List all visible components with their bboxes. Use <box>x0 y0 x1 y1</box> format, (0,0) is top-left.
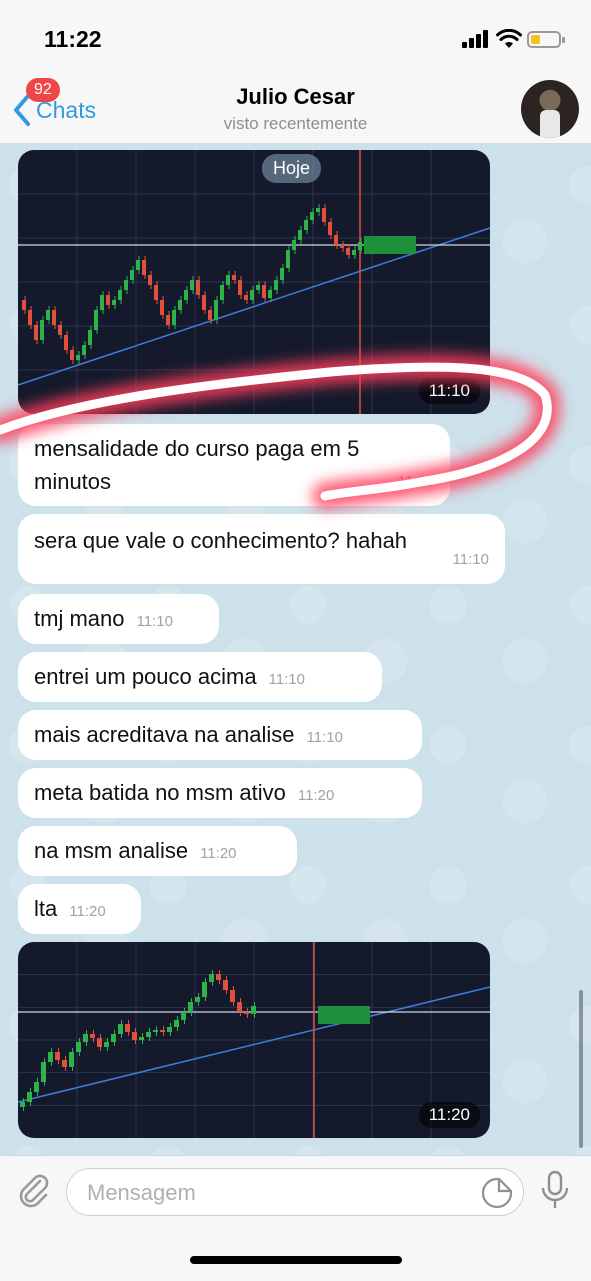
battery-icon <box>527 31 565 48</box>
message-time: 11:20 <box>200 845 237 862</box>
message-time: 11:10 <box>452 551 489 568</box>
chat-header: Chats 92 Julio Cesar visto recentemente <box>0 78 591 144</box>
message-time: 11:20 <box>69 903 106 920</box>
message-text: meta batida no msm ativo <box>34 780 286 805</box>
message-text: mensalidade do curso paga em 5 minutos <box>34 436 360 494</box>
avatar[interactable] <box>521 80 579 138</box>
status-bar: 11:22 <box>0 0 591 78</box>
message-time: 11:10 <box>418 378 480 404</box>
wifi-icon <box>496 29 522 48</box>
message-bubble[interactable]: meta batida no msm ativo 11:20 <box>18 768 422 818</box>
message-bubble[interactable]: lta 11:20 <box>18 884 141 934</box>
message-input-field <box>66 1168 524 1217</box>
message-bubble[interactable]: mensalidade do curso paga em 5 minutos 1… <box>18 424 450 506</box>
message-time: 11:10 <box>268 671 305 688</box>
chart-image-message[interactable]: 11:10 <box>18 150 490 414</box>
message-input[interactable] <box>85 1169 469 1217</box>
trading-chart-image <box>18 150 490 414</box>
message-time: 11:10 <box>136 613 173 630</box>
contact-name[interactable]: Julio Cesar <box>0 84 591 110</box>
message-time: 11:20 <box>297 787 335 804</box>
chart-image-message[interactable]: 11:20 <box>18 942 490 1138</box>
message-text: na msm analise <box>34 838 189 863</box>
message-bubble[interactable]: sera que vale o conhecimento? hahah 11:1… <box>18 514 505 584</box>
status-time: 11:22 <box>44 26 102 52</box>
message-bubble[interactable]: tmj mano 11:10 <box>18 594 219 644</box>
last-seen-status: visto recentemente <box>223 114 368 133</box>
message-time: 11:10 <box>397 473 434 490</box>
scrollbar[interactable] <box>579 990 583 1148</box>
message-bubble[interactable]: mais acreditava na analise 11:10 <box>18 710 422 760</box>
message-text: entrei um pouco acima <box>34 664 257 689</box>
message-text: mais acreditava na analise <box>34 722 295 747</box>
message-bubble[interactable]: entrei um pouco acima 11:10 <box>18 652 382 702</box>
home-indicator[interactable] <box>190 1256 402 1264</box>
date-chip: Hoje <box>262 154 322 183</box>
message-time: 11:20 <box>418 1102 480 1128</box>
message-bubble[interactable]: na msm analise 11:20 <box>18 826 297 876</box>
microphone-icon[interactable] <box>538 1170 572 1210</box>
signal-icon <box>462 30 488 48</box>
message-time: 11:10 <box>306 729 343 746</box>
message-text: lta <box>34 896 58 921</box>
paperclip-icon[interactable] <box>16 1172 52 1208</box>
message-text: sera que vale o conhecimento? hahah <box>34 528 408 553</box>
message-text: tmj mano <box>34 606 125 631</box>
sticker-icon[interactable] <box>481 1177 513 1209</box>
